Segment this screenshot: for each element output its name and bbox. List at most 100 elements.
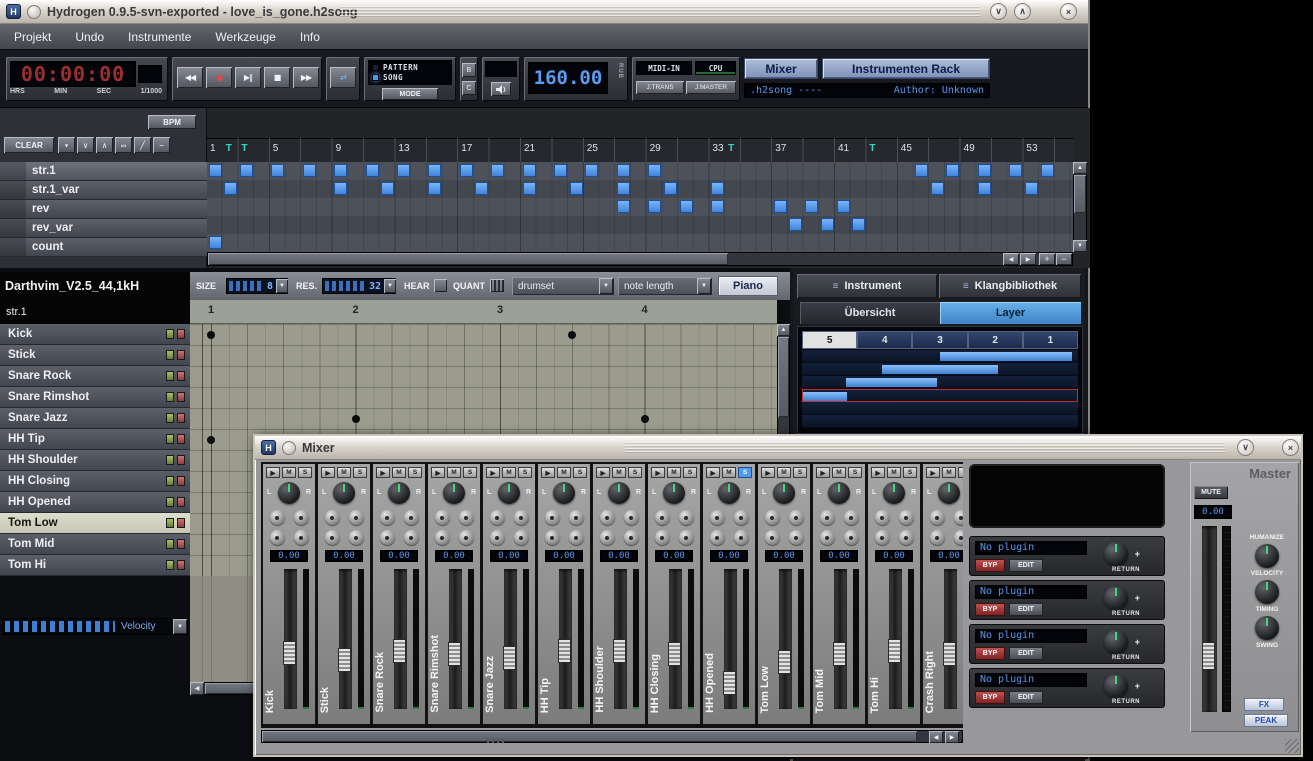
fx-send-knob[interactable] — [404, 510, 419, 525]
fx-send-knob[interactable] — [679, 510, 694, 525]
fx-send-knob[interactable] — [679, 530, 694, 545]
song-edit-button-0[interactable]: ▾ — [58, 137, 75, 153]
pattern-block[interactable] — [789, 218, 802, 231]
mute-led[interactable] — [166, 539, 174, 549]
instrument-row-stick[interactable]: Stick — [0, 345, 190, 366]
fx-send-knob[interactable] — [930, 530, 945, 545]
note[interactable] — [641, 415, 649, 423]
pan-knob[interactable] — [388, 482, 410, 504]
mute-led[interactable] — [166, 350, 174, 360]
scroll-thumb[interactable] — [778, 337, 789, 417]
song-horizontal-scrollbar[interactable]: ◀ ▶ + − — [207, 252, 1073, 266]
strip-solo-button[interactable]: S — [353, 467, 367, 478]
pattern-block[interactable] — [397, 164, 410, 177]
scroll-thumb[interactable] — [208, 253, 728, 265]
solo-led[interactable] — [177, 434, 185, 444]
scroll-right-icon[interactable]: ▶ — [1020, 253, 1036, 265]
window-menu-icon[interactable] — [282, 441, 296, 455]
tab-instrument[interactable]: ≡ Instrument — [797, 274, 937, 298]
strip-play-button[interactable]: ▶ — [706, 467, 720, 478]
mute-led[interactable] — [166, 455, 174, 465]
fx-return-knob[interactable] — [1104, 674, 1128, 698]
master-peak-button[interactable]: PEAK — [1244, 714, 1288, 727]
pan-knob[interactable] — [333, 482, 355, 504]
pan-knob[interactable] — [498, 482, 520, 504]
pattern-block[interactable] — [852, 218, 865, 231]
strip-mute-button[interactable]: M — [392, 467, 406, 478]
close-button[interactable]: × — [1060, 3, 1077, 20]
tempo-marker[interactable]: T — [226, 143, 232, 154]
fx-send-knob[interactable] — [404, 530, 419, 545]
fx-send-knob[interactable] — [380, 530, 395, 545]
fx-send-knob[interactable] — [624, 530, 639, 545]
solo-led[interactable] — [177, 329, 185, 339]
pan-knob[interactable] — [718, 482, 740, 504]
close-button[interactable]: × — [1282, 439, 1299, 456]
scroll-left-icon[interactable]: ◀ — [929, 731, 943, 743]
pattern-block[interactable] — [428, 182, 441, 195]
chevron-down-icon[interactable]: ▼ — [697, 278, 711, 294]
solo-led[interactable] — [177, 560, 185, 570]
rubberband-label[interactable]: RUB — [611, 63, 623, 79]
drumset-select[interactable]: drumset ▼ — [512, 277, 614, 295]
fader-track[interactable] — [724, 569, 737, 709]
strip-mute-button[interactable]: M — [942, 467, 956, 478]
fx-send-knob[interactable] — [789, 530, 804, 545]
pan-knob[interactable] — [883, 482, 905, 504]
fader-handle[interactable] — [723, 671, 736, 695]
pattern-block[interactable] — [303, 164, 316, 177]
fx-send-knob[interactable] — [270, 510, 285, 525]
pattern-beat-ruler[interactable]: 1234 — [190, 300, 777, 324]
pattern-block[interactable] — [475, 182, 488, 195]
fx-send-knob[interactable] — [624, 510, 639, 525]
fader-handle[interactable] — [283, 641, 296, 665]
fx-send-knob[interactable] — [514, 530, 529, 545]
velocity-knob[interactable] — [1255, 544, 1279, 568]
pattern-block[interactable] — [931, 182, 944, 195]
shade-button[interactable]: ∨ — [1237, 439, 1254, 456]
scroll-up-icon[interactable]: ▲ — [777, 324, 790, 336]
instrument-row-hh-tip[interactable]: HH Tip — [0, 429, 190, 450]
strip-mute-button[interactable]: M — [282, 467, 296, 478]
fx-send-knob[interactable] — [325, 510, 340, 525]
pan-knob[interactable] — [608, 482, 630, 504]
maximize-button[interactable]: ∧ — [1014, 3, 1031, 20]
song-edit-button-1[interactable]: ∨ — [77, 137, 94, 153]
pattern-block[interactable] — [978, 182, 991, 195]
fx-send-knob[interactable] — [294, 530, 309, 545]
song-edit-button-3[interactable]: ▭ — [115, 137, 132, 153]
fx-send-knob[interactable] — [844, 510, 859, 525]
song-edit-button-2[interactable]: ∧ — [96, 137, 113, 153]
resolution-selector[interactable]: 32 ▼ — [322, 278, 396, 294]
fader-handle[interactable] — [338, 648, 351, 672]
window-menu-icon[interactable] — [27, 5, 41, 19]
song-grid-row-rev[interactable] — [207, 198, 1073, 216]
strip-play-button[interactable]: ▶ — [926, 467, 940, 478]
fx-send-knob[interactable] — [459, 510, 474, 525]
menu-item-undo[interactable]: Undo — [75, 30, 104, 44]
metronome-button[interactable] — [491, 82, 511, 96]
tempo-marker[interactable]: T — [869, 143, 875, 154]
instrument-row-hh-closing[interactable]: HH Closing — [0, 471, 190, 492]
pattern-block[interactable] — [711, 182, 724, 195]
strip-mute-button[interactable]: M — [832, 467, 846, 478]
swing-knob[interactable] — [1255, 616, 1279, 640]
strip-solo-button[interactable]: S — [738, 467, 752, 478]
pattern-block[interactable] — [680, 200, 693, 213]
song-edit-button-4[interactable]: ╱ — [134, 137, 151, 153]
pattern-block[interactable] — [428, 164, 441, 177]
fx-send-knob[interactable] — [380, 510, 395, 525]
pattern-block[interactable] — [271, 164, 284, 177]
master-mute-button[interactable]: MUTE — [1194, 486, 1228, 499]
record-button[interactable]: ● — [206, 67, 232, 88]
song-timeline-ruler[interactable]: 1591317212529333741454953TTTT — [207, 138, 1073, 162]
size-dropdown-icon[interactable]: ▼ — [276, 279, 288, 293]
fx-send-knob[interactable] — [820, 510, 835, 525]
layer-row[interactable] — [802, 415, 1078, 428]
fader-handle[interactable] — [613, 639, 626, 663]
menu-item-werkzeuge[interactable]: Werkzeuge — [215, 30, 275, 44]
pan-knob[interactable] — [773, 482, 795, 504]
solo-led[interactable] — [177, 476, 185, 486]
scroll-right-icon[interactable]: ▶ — [945, 731, 959, 743]
instrument-row-tom-hi[interactable]: Tom Hi — [0, 555, 190, 576]
